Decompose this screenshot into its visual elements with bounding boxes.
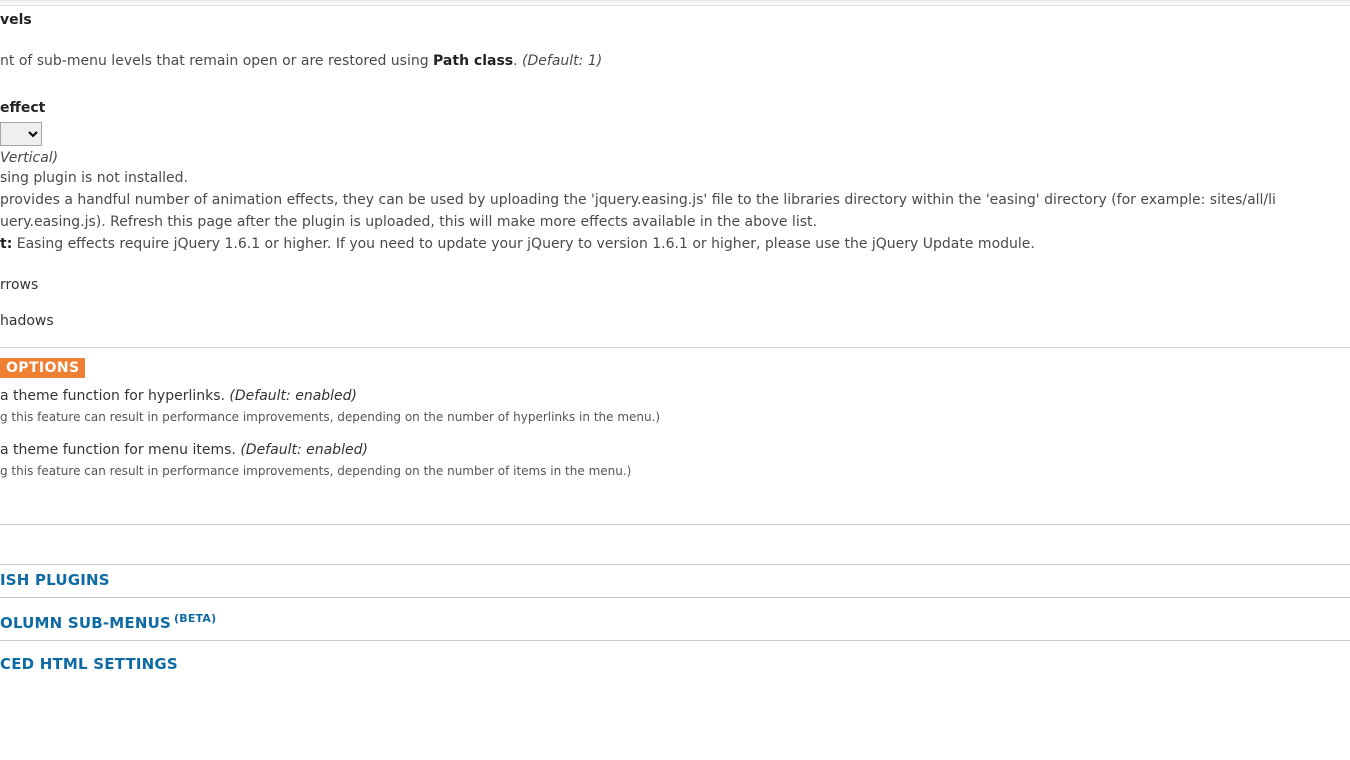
advanced-options-badge: OPTIONS: [0, 358, 85, 378]
drop-arrows-checkbox-label[interactable]: rrows: [0, 277, 1350, 293]
multicolumn-label: OLUMN SUB-MENUS: [0, 614, 171, 632]
settings-page: vels nt of sub-menu levels that remain o…: [0, 0, 1350, 760]
path-levels-desc-suffix: .: [513, 53, 522, 69]
path-levels-desc-prefix: nt of sub-menu levels that remain open o…: [0, 53, 433, 69]
slide-effect-default: Vertical): [0, 150, 1350, 166]
accordion-divider-top: [0, 524, 1350, 525]
easing-plugin-help-1: provides a handful number of animation e…: [0, 190, 1350, 210]
superfish-plugins-accordion[interactable]: ISH PLUGINS: [0, 565, 1350, 598]
theme-hyperlinks-text: a theme function for hyperlinks.: [0, 388, 229, 404]
theme-menuitems-option[interactable]: a theme function for menu items. (Defaul…: [0, 442, 1350, 458]
theme-menuitems-help: g this feature can result in performance…: [0, 464, 1350, 478]
path-levels-label: vels: [0, 12, 1350, 28]
path-levels-default: (Default: 1): [522, 53, 602, 69]
drop-shadows-checkbox-label[interactable]: hadows: [0, 313, 1350, 329]
beta-badge: (BETA): [174, 612, 216, 625]
path-class-strong: Path class: [433, 53, 513, 69]
path-levels-description: nt of sub-menu levels that remain open o…: [0, 52, 1350, 72]
theme-menuitems-text: a theme function for menu items.: [0, 442, 240, 458]
important-label: t:: [0, 236, 12, 252]
divider: [0, 347, 1350, 348]
easing-important-line: t: Easing effects require jQuery 1.6.1 o…: [0, 234, 1350, 254]
theme-hyperlinks-help: g this feature can result in performance…: [0, 410, 1350, 424]
important-text: Easing effects require jQuery 1.6.1 or h…: [12, 236, 1035, 252]
top-gradient-bar: [0, 0, 1350, 6]
easing-plugin-help-2: uery.easing.js). Refresh this page after…: [0, 212, 1350, 232]
easing-plugin-missing: sing plugin is not installed.: [0, 168, 1350, 188]
multicolumn-submenus-accordion[interactable]: OLUMN SUB-MENUS(BETA): [0, 606, 1350, 641]
theme-hyperlinks-option[interactable]: a theme function for hyperlinks. (Defaul…: [0, 388, 1350, 404]
advanced-html-settings-accordion[interactable]: CED HTML SETTINGS: [0, 649, 1350, 681]
advanced-options-header: OPTIONS: [0, 358, 1350, 378]
theme-hyperlinks-default: (Default: enabled): [229, 388, 357, 404]
slide-effect-select-wrap: [0, 122, 42, 146]
collapsed-panel-gap: [0, 533, 1350, 565]
slide-effect-select[interactable]: [0, 122, 42, 146]
theme-menuitems-default: (Default: enabled): [240, 442, 368, 458]
slide-effect-label: effect: [0, 100, 1350, 116]
